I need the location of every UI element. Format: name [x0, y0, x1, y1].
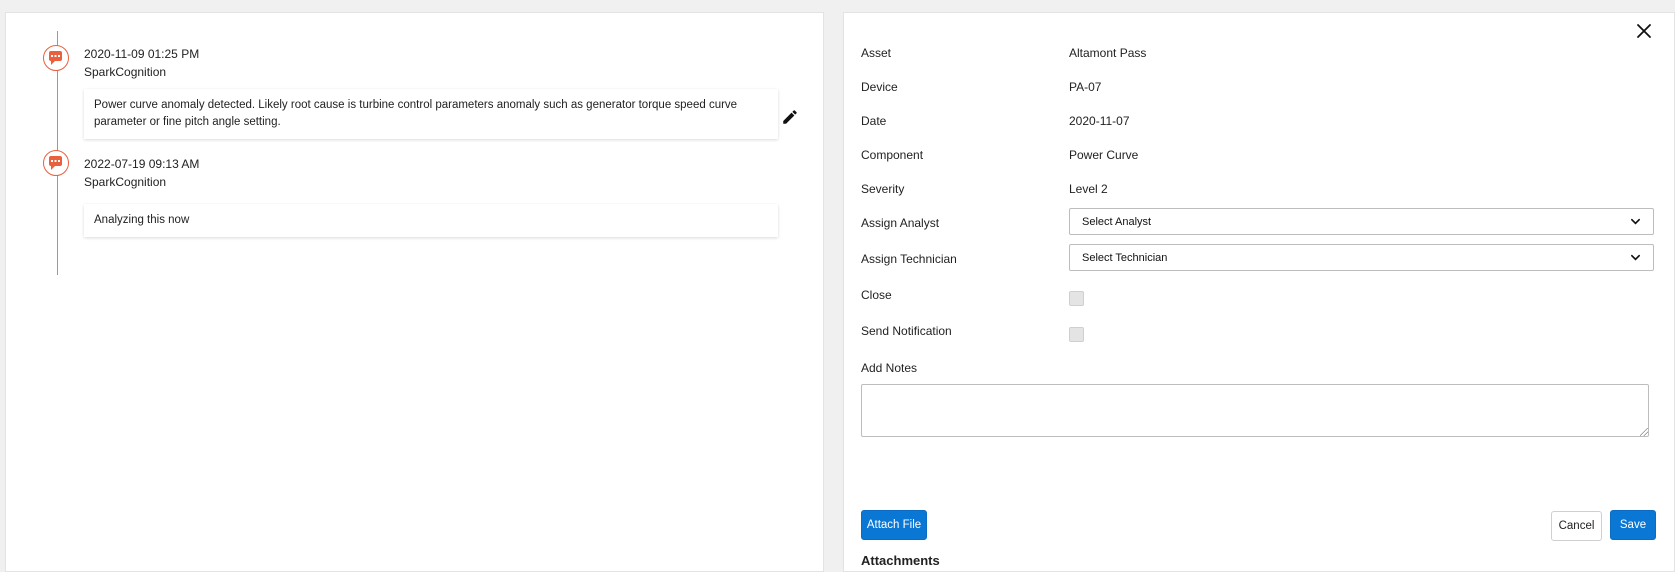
close-icon[interactable] [1636, 23, 1652, 39]
entry-author: SparkCognition [84, 175, 167, 189]
severity-value: Level 2 [1069, 182, 1108, 196]
severity-label: Severity [861, 182, 905, 196]
entry-message: Power curve anomaly detected. Likely roo… [84, 89, 778, 139]
component-value: Power Curve [1069, 148, 1139, 162]
close-label: Close [861, 288, 892, 302]
date-label: Date [861, 114, 887, 128]
details-form-panel: Asset Altamont Pass Device PA-07 Date 20… [843, 12, 1675, 572]
edit-icon[interactable] [781, 108, 799, 126]
assign-analyst-select[interactable]: Select Analyst [1069, 208, 1654, 235]
asset-value: Altamont Pass [1069, 46, 1147, 60]
send-notification-checkbox[interactable] [1069, 327, 1084, 342]
assign-analyst-label: Assign Analyst [861, 216, 940, 230]
date-value: 2020-11-07 [1069, 114, 1130, 128]
chat-bubble-icon [43, 45, 69, 71]
assign-technician-selected: Select Technician [1082, 251, 1168, 264]
entry-message: Analyzing this now [84, 204, 778, 237]
attachments-heading: Attachments [861, 553, 940, 568]
add-notes-label: Add Notes [861, 361, 918, 375]
send-notification-label: Send Notification [861, 324, 952, 338]
entry-timestamp: 2022-07-19 09:13 AM [84, 157, 200, 171]
device-value: PA-07 [1069, 80, 1102, 94]
device-label: Device [861, 80, 898, 94]
assign-technician-select[interactable]: Select Technician [1069, 244, 1654, 271]
chevron-down-icon [1631, 218, 1640, 225]
save-button[interactable]: Save [1610, 510, 1656, 540]
chat-bubble-icon [43, 150, 69, 176]
attach-file-button[interactable]: Attach File [861, 510, 927, 540]
notes-textarea[interactable] [861, 384, 1649, 437]
close-checkbox[interactable] [1069, 291, 1084, 306]
resize-grip-icon[interactable] [1640, 428, 1648, 436]
entry-timestamp: 2020-11-09 01:25 PM [84, 47, 200, 61]
asset-label: Asset [861, 46, 892, 60]
entry-author: SparkCognition [84, 65, 167, 79]
assign-analyst-selected: Select Analyst [1082, 215, 1152, 228]
cancel-button[interactable]: Cancel [1551, 511, 1602, 541]
assign-technician-label: Assign Technician [861, 252, 957, 266]
component-label: Component [861, 148, 924, 162]
comments-panel: 2020-11-09 01:25 PM SparkCognition Power… [5, 12, 824, 572]
chevron-down-icon [1631, 254, 1640, 261]
